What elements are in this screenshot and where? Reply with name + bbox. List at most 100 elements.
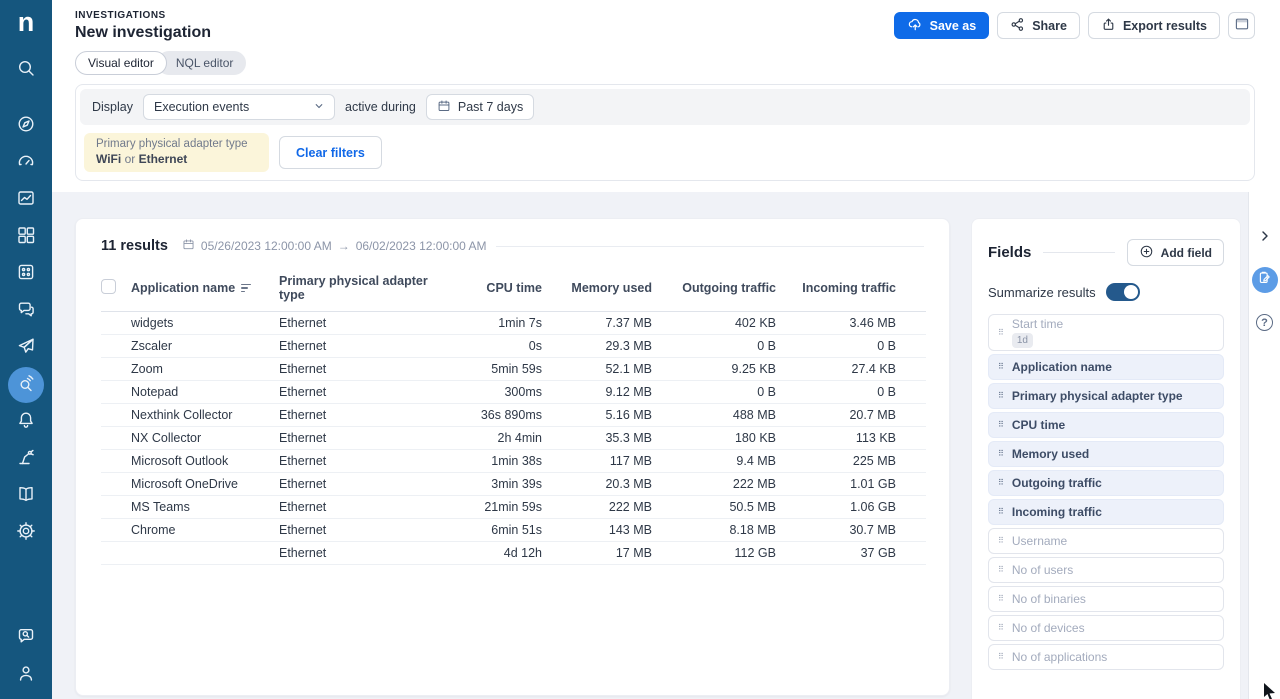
bell-icon [16, 410, 36, 435]
results-card: 11 results 05/26/2023 12:00:00 AM → 06/0… [75, 218, 950, 696]
field-item[interactable]: ⠿Username [988, 528, 1224, 554]
sidebar-item-insights[interactable] [8, 145, 44, 181]
chat-bubbles-icon [16, 299, 36, 324]
help-button[interactable]: ? [1256, 314, 1273, 331]
field-item[interactable]: ⠿Application name [988, 354, 1224, 380]
sidebar-item-search[interactable] [8, 52, 44, 88]
field-item[interactable]: ⠿No of binaries [988, 586, 1224, 612]
nexthink-logo[interactable]: n [18, 9, 35, 36]
tab-visual-editor[interactable]: Visual editor [75, 51, 167, 75]
column-incoming-traffic[interactable]: Incoming traffic [776, 267, 926, 312]
main-area: INVESTIGATIONS New investigation Save as… [52, 0, 1280, 699]
sidebar-item-investigations[interactable] [8, 367, 44, 403]
drag-handle-icon[interactable]: ⠿ [998, 363, 1004, 371]
column-memory-used[interactable]: Memory used [542, 267, 652, 312]
notes-button[interactable] [1252, 267, 1278, 293]
sidebar-item-overview[interactable] [8, 108, 44, 144]
table-header-row: Application name Primary physical adapte… [101, 267, 926, 312]
blocks-icon [16, 225, 36, 250]
display-label: Display [92, 100, 133, 114]
drag-handle-icon[interactable]: ⠿ [998, 595, 1004, 603]
summarize-toggle[interactable] [1106, 283, 1140, 301]
drag-handle-icon[interactable]: ⠿ [998, 537, 1004, 545]
share-button[interactable]: Share [997, 12, 1080, 39]
fields-panel: Fields Add field Summarize results ⠿Star… [971, 218, 1241, 699]
table-row[interactable]: ChromeEthernet6min 51s143 MB8.18 MB30.7 … [101, 519, 926, 542]
tab-nql-editor[interactable]: NQL editor [157, 51, 247, 75]
left-sidebar: n [0, 0, 52, 699]
page-title: New investigation [75, 24, 211, 42]
fields-title: Fields [988, 244, 1031, 261]
clear-filters-button[interactable]: Clear filters [279, 136, 382, 169]
table-row[interactable]: ZscalerEthernet0s29.3 MB0 B0 B [101, 335, 926, 358]
sidebar-item-profile[interactable] [8, 657, 44, 693]
filters-row: Primary physical adapter type WiFi or Et… [80, 125, 1250, 172]
sidebar-item-launch[interactable] [8, 330, 44, 366]
sidebar-item-settings[interactable] [8, 515, 44, 551]
export-results-button[interactable]: Export results [1088, 12, 1220, 39]
field-item[interactable]: ⠿No of users [988, 557, 1224, 583]
drag-handle-icon[interactable]: ⠿ [998, 508, 1004, 516]
results-table-body: widgetsEthernet1min 7s7.37 MB402 KB3.46 … [101, 312, 926, 565]
compass-icon [16, 114, 36, 139]
results-table: Application name Primary physical adapte… [101, 267, 926, 565]
title-block: INVESTIGATIONS New investigation [75, 10, 211, 42]
right-rail: ? [1248, 192, 1280, 699]
layout-panel-button[interactable] [1228, 12, 1255, 39]
field-item[interactable]: ⠿Outgoing traffic [988, 470, 1224, 496]
column-application-name[interactable]: Application name [131, 267, 279, 312]
table-row[interactable]: NotepadEthernet300ms9.12 MB0 B0 B [101, 381, 926, 404]
gear-icon [16, 521, 36, 546]
table-row[interactable]: ZoomEthernet5min 59s52.1 MB9.25 KB27.4 K… [101, 358, 926, 381]
drag-handle-icon[interactable]: ⠿ [998, 566, 1004, 574]
drag-handle-icon[interactable]: ⠿ [998, 624, 1004, 632]
sidebar-item-dashboards[interactable] [8, 182, 44, 218]
column-outgoing-traffic[interactable]: Outgoing traffic [652, 267, 776, 312]
drag-handle-icon[interactable]: ⠿ [998, 653, 1004, 661]
field-item[interactable]: ⠿Start time1d [988, 314, 1224, 351]
column-adapter-type[interactable]: Primary physical adapter type [279, 267, 447, 312]
table-row[interactable]: NX CollectorEthernet2h 4min35.3 MB180 KB… [101, 427, 926, 450]
drag-handle-icon[interactable]: ⠿ [998, 479, 1004, 487]
date-range-button[interactable]: Past 7 days [426, 94, 534, 120]
field-item[interactable]: ⠿Primary physical adapter type [988, 383, 1224, 409]
drag-handle-icon[interactable]: ⠿ [998, 329, 1004, 337]
sidebar-item-workspaces[interactable] [8, 219, 44, 255]
field-item[interactable]: ⠿No of applications [988, 644, 1224, 670]
field-item[interactable]: ⠿Incoming traffic [988, 499, 1224, 525]
sort-icon[interactable] [241, 284, 251, 293]
collapse-panel-button[interactable] [1257, 228, 1273, 249]
share-icon [1010, 17, 1025, 35]
panel-layout-icon [1234, 16, 1250, 35]
column-cpu-time[interactable]: CPU time [447, 267, 542, 312]
sidebar-item-assist[interactable] [8, 620, 44, 656]
table-row[interactable]: Microsoft OutlookEthernet1min 38s117 MB9… [101, 450, 926, 473]
table-row[interactable]: Ethernet4d 12h17 MB112 GB37 GB [101, 542, 926, 565]
editor-tabs: Visual editor NQL editor [52, 42, 1280, 84]
table-row[interactable]: Microsoft OneDriveEthernet3min 39s20.3 M… [101, 473, 926, 496]
field-item[interactable]: ⠿Memory used [988, 441, 1224, 467]
display-select[interactable]: Execution events [143, 94, 335, 120]
field-item[interactable]: ⠿No of devices [988, 615, 1224, 641]
table-row[interactable]: Nexthink CollectorEthernet36s 890ms5.16 … [101, 404, 926, 427]
fields-header: Fields Add field [988, 239, 1224, 266]
app-grid-icon [16, 262, 36, 287]
plus-circle-icon [1139, 244, 1154, 262]
table-row[interactable]: MS TeamsEthernet21min 59s222 MB50.5 MB1.… [101, 496, 926, 519]
chevron-down-icon [312, 99, 326, 116]
sidebar-item-library[interactable] [8, 478, 44, 514]
sidebar-item-automation[interactable] [8, 441, 44, 477]
sidebar-item-applications[interactable] [8, 256, 44, 292]
table-row[interactable]: widgetsEthernet1min 7s7.37 MB402 KB3.46 … [101, 312, 926, 335]
save-as-button[interactable]: Save as [894, 12, 990, 39]
select-all-checkbox[interactable] [101, 279, 116, 294]
cloud-upload-icon [907, 16, 923, 35]
sidebar-item-engage[interactable] [8, 293, 44, 329]
filter-chip-adapter-type[interactable]: Primary physical adapter type WiFi or Et… [84, 133, 269, 172]
drag-handle-icon[interactable]: ⠿ [998, 450, 1004, 458]
sidebar-item-alerts[interactable] [8, 404, 44, 440]
drag-handle-icon[interactable]: ⠿ [998, 392, 1004, 400]
field-item[interactable]: ⠿CPU time [988, 412, 1224, 438]
drag-handle-icon[interactable]: ⠿ [998, 421, 1004, 429]
add-field-button[interactable]: Add field [1127, 239, 1224, 266]
